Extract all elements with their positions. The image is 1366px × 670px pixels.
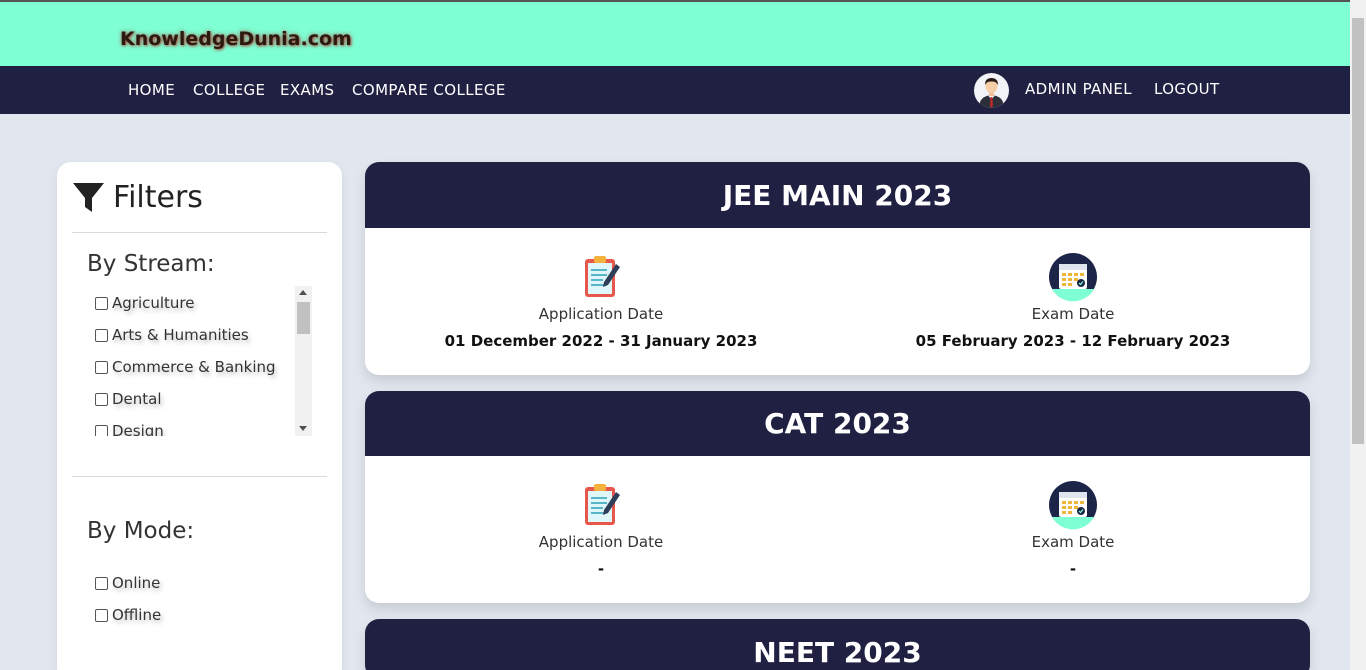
divider [72,476,327,477]
nav-home[interactable]: HOME [128,81,175,99]
checkbox[interactable] [95,392,108,406]
stream-option-design[interactable]: Design [95,422,164,436]
exam-date-label: Exam Date [1031,533,1115,551]
exam-card[interactable]: JEE MAIN 2023 Application Date 01 Decemb… [365,162,1310,375]
nav-college[interactable]: COLLEGE [193,81,265,99]
stream-option-label: Agriculture [112,294,195,312]
scroll-up-arrow-icon[interactable] [299,290,307,295]
site-logo[interactable]: KnowledgeDunia.com [120,28,352,50]
stream-list[interactable]: Agriculture Arts & Humanities Commerce &… [92,286,312,436]
checkbox[interactable] [95,296,108,310]
exam-title[interactable]: JEE MAIN 2023 [365,162,1310,228]
filter-icon [73,182,104,212]
brand-bar: KnowledgeDunia.com [0,0,1350,66]
nav-compare-college[interactable]: COMPARE COLLEGE [352,81,506,99]
stream-option-agriculture[interactable]: Agriculture [95,294,195,312]
application-date-label: Application Date [538,533,664,551]
main-nav: HOME COLLEGE EXAMS COMPARE COLLEGE ADMIN… [0,66,1350,114]
checkbox[interactable] [95,576,108,590]
stream-option-dental[interactable]: Dental [95,390,162,408]
checkbox[interactable] [95,328,108,342]
exam-date-block: Exam Date - [837,456,1309,603]
application-date-label: Application Date [538,305,664,323]
filters-title: Filters [113,180,203,215]
stream-option-label: Design [112,422,164,436]
scroll-thumb[interactable] [297,302,310,334]
stream-option-label: Commerce & Banking [112,358,276,376]
checkbox[interactable] [95,360,108,374]
page-scroll-thumb[interactable] [1352,18,1364,444]
exam-card[interactable]: NEET 2023 [365,619,1310,670]
checkbox[interactable] [95,608,108,622]
stream-option-label: Dental [112,390,162,408]
clipboard-icon [585,256,620,297]
exam-date-label: Exam Date [1031,305,1115,323]
stream-option-arts[interactable]: Arts & Humanities [95,326,249,344]
application-date-block: Application Date 01 December 2022 - 31 J… [365,228,837,375]
stream-scrollbar[interactable] [295,286,312,436]
mode-option-label: Offline [112,606,162,624]
stream-option-label: Arts & Humanities [112,326,249,344]
mode-option-offline[interactable]: Offline [95,606,161,624]
exam-date-value: 05 February 2023 - 12 February 2023 [915,332,1231,350]
nav-exams[interactable]: EXAMS [280,81,334,99]
exam-date-value: - [1069,560,1077,578]
stream-heading: By Stream: [87,251,215,277]
application-date-block: Application Date - [365,456,837,603]
exam-card-body: Application Date - Exam Date - [365,456,1310,603]
mode-option-online[interactable]: Online [95,574,160,592]
exam-date-block: Exam Date 05 February 2023 - 12 February… [837,228,1309,375]
exam-card-body: Application Date 01 December 2022 - 31 J… [365,228,1310,375]
divider [72,232,327,233]
exam-title[interactable]: NEET 2023 [365,619,1310,670]
exam-card[interactable]: CAT 2023 Application Date - Exam Date - [365,391,1310,603]
avatar[interactable] [974,73,1009,108]
user-avatar-icon [979,78,1004,108]
calendar-icon [1049,481,1097,530]
nav-admin-panel[interactable]: ADMIN PANEL [1025,80,1132,98]
mode-option-label: Online [112,574,161,592]
stream-option-commerce[interactable]: Commerce & Banking [95,358,276,376]
mode-heading: By Mode: [87,518,195,544]
exam-title[interactable]: CAT 2023 [365,391,1310,456]
calendar-icon [1049,253,1097,302]
clipboard-icon [585,484,620,525]
scroll-down-arrow-icon[interactable] [299,426,307,431]
application-date-value: - [597,560,605,578]
filters-heading: Filters [72,180,203,215]
filters-panel: Filters By Stream: Agriculture Arts & Hu… [57,162,342,670]
page-scrollbar[interactable] [1350,0,1366,670]
application-date-value: 01 December 2022 - 31 January 2023 [444,332,758,350]
checkbox[interactable] [95,424,108,436]
nav-logout[interactable]: LOGOUT [1154,80,1220,98]
